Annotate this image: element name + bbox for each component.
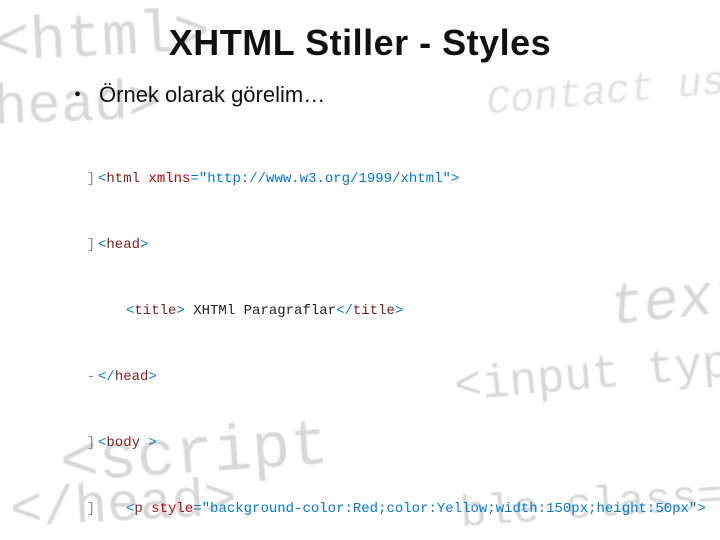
code-line: ]<p style="background-color:Red;color:Ye… <box>84 498 680 520</box>
bullet-marker: • <box>74 82 81 108</box>
code-line: ]<body > <box>84 432 680 454</box>
code-line: ]<html xmlns="http://www.w3.org/1999/xht… <box>84 168 680 190</box>
code-line: .<title> XHTMl Paragraflar</title> <box>84 300 680 322</box>
bullet-item: • Örnek olarak görelim… <box>74 82 680 108</box>
slide-content: XHTML Stiller - Styles • Örnek olarak gö… <box>0 0 720 540</box>
code-line: -</head> <box>84 366 680 388</box>
bullet-text: Örnek olarak görelim… <box>99 82 325 108</box>
code-line: ]<head> <box>84 234 680 256</box>
code-example: ]<html xmlns="http://www.w3.org/1999/xht… <box>84 124 680 540</box>
slide-title: XHTML Stiller - Styles <box>40 22 680 64</box>
